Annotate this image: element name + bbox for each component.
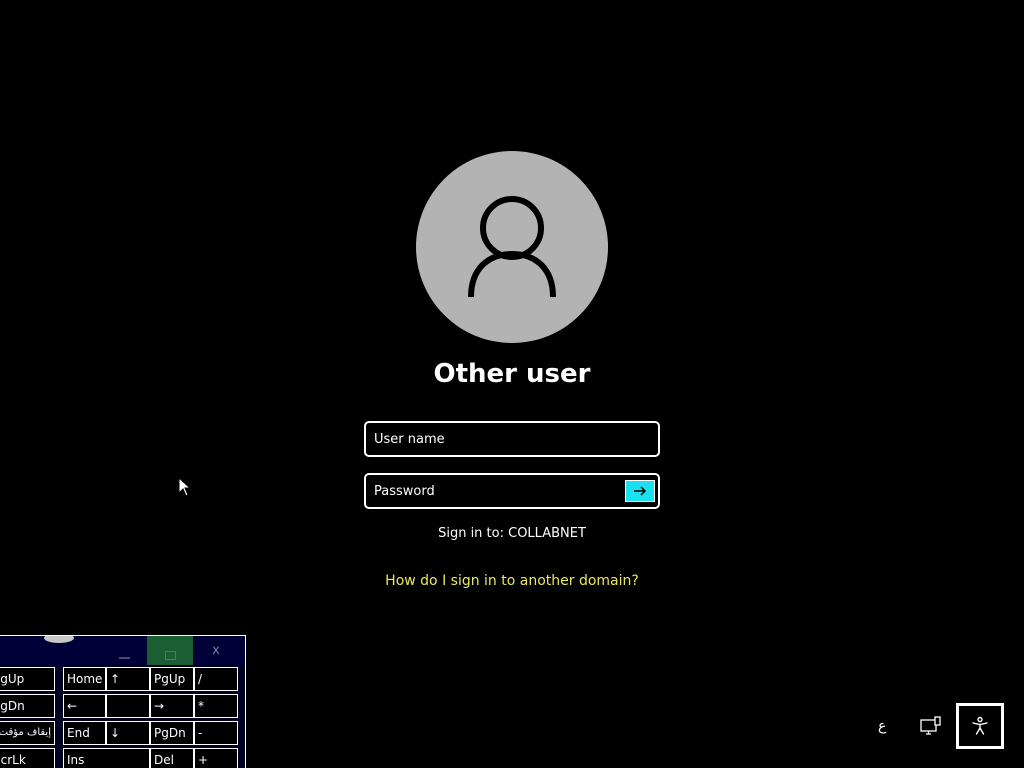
osk-close-button[interactable]: x [193,636,239,665]
key-pgdn[interactable]: PgDn [150,721,194,745]
key-pgdn-left[interactable]: PgDn [0,694,55,718]
key-subtract[interactable]: - [194,721,238,745]
maximize-icon [164,651,176,660]
arrow-right-icon [634,486,647,496]
key-add[interactable]: + [194,748,238,768]
key-right-arrow[interactable]: → [150,694,194,718]
password-input[interactable] [364,473,660,509]
input-language-indicator[interactable]: ع [878,718,886,734]
accessibility-icon [972,716,988,735]
key-pgup-left[interactable]: PgUp [0,667,55,691]
key-pause[interactable]: إيقاف مؤقت [0,721,55,745]
key-left-arrow[interactable]: ← [63,694,106,718]
key-end[interactable]: End [63,721,106,745]
osk-minimize-button[interactable] [101,636,147,665]
on-screen-keyboard: x PgUp Home ↑ PgUp / PgDn ← → * إيقاف مؤ… [0,635,246,768]
lock-screen: Other user Sign in to: COLLABNET How do … [0,0,1024,768]
key-down-arrow[interactable]: ↓ [106,721,150,745]
osk-maximize-button[interactable] [147,636,193,665]
user-avatar [416,151,608,343]
osk-app-icon [44,636,74,643]
key-up-arrow[interactable]: ↑ [106,667,150,691]
key-divide[interactable]: / [194,667,238,691]
key-delete[interactable]: Del [150,748,194,768]
key-blank[interactable] [106,694,150,718]
accessibility-button[interactable] [956,703,1004,749]
key-pgup[interactable]: PgUp [150,667,194,691]
key-insert[interactable]: Ins [63,748,150,768]
key-multiply[interactable]: * [194,694,238,718]
key-scroll-lock[interactable]: ScrLk [0,748,55,768]
key-home[interactable]: Home [63,667,106,691]
mouse-pointer-icon [178,477,192,497]
submit-button[interactable] [625,480,655,502]
user-display-name: Other user [433,359,591,389]
network-monitor-icon[interactable] [920,716,942,736]
minimize-icon [118,656,130,659]
username-input[interactable] [364,421,660,457]
other-domain-link[interactable]: How do I sign in to another domain? [312,573,712,589]
sign-in-domain-text: Sign in to: COLLABNET [438,526,586,541]
person-icon [468,196,556,298]
